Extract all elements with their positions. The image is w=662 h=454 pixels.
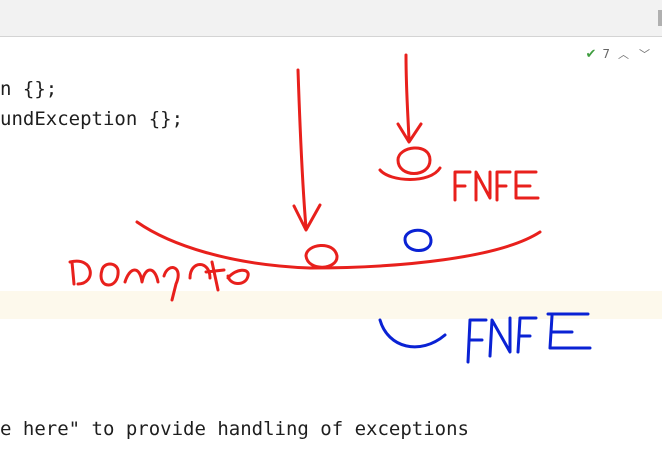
code-line-3[interactable]: e here" to provide handling of exception…	[0, 415, 469, 443]
scroll-handle[interactable]	[658, 10, 662, 26]
editor-tab-bar	[0, 0, 662, 37]
chevron-up-icon[interactable]: ︿	[616, 46, 631, 62]
code-line-1[interactable]: n {};	[0, 75, 57, 103]
inspection-widget[interactable]: ✔ 7 ︿ ﹀	[585, 44, 652, 64]
code-line-2[interactable]: undException {};	[0, 105, 183, 133]
current-line-highlight	[0, 291, 662, 319]
inspection-count: 7	[602, 47, 610, 61]
chevron-down-icon[interactable]: ﹀	[637, 46, 652, 62]
code-editor[interactable]	[0, 37, 662, 454]
check-icon: ✔	[585, 46, 597, 62]
